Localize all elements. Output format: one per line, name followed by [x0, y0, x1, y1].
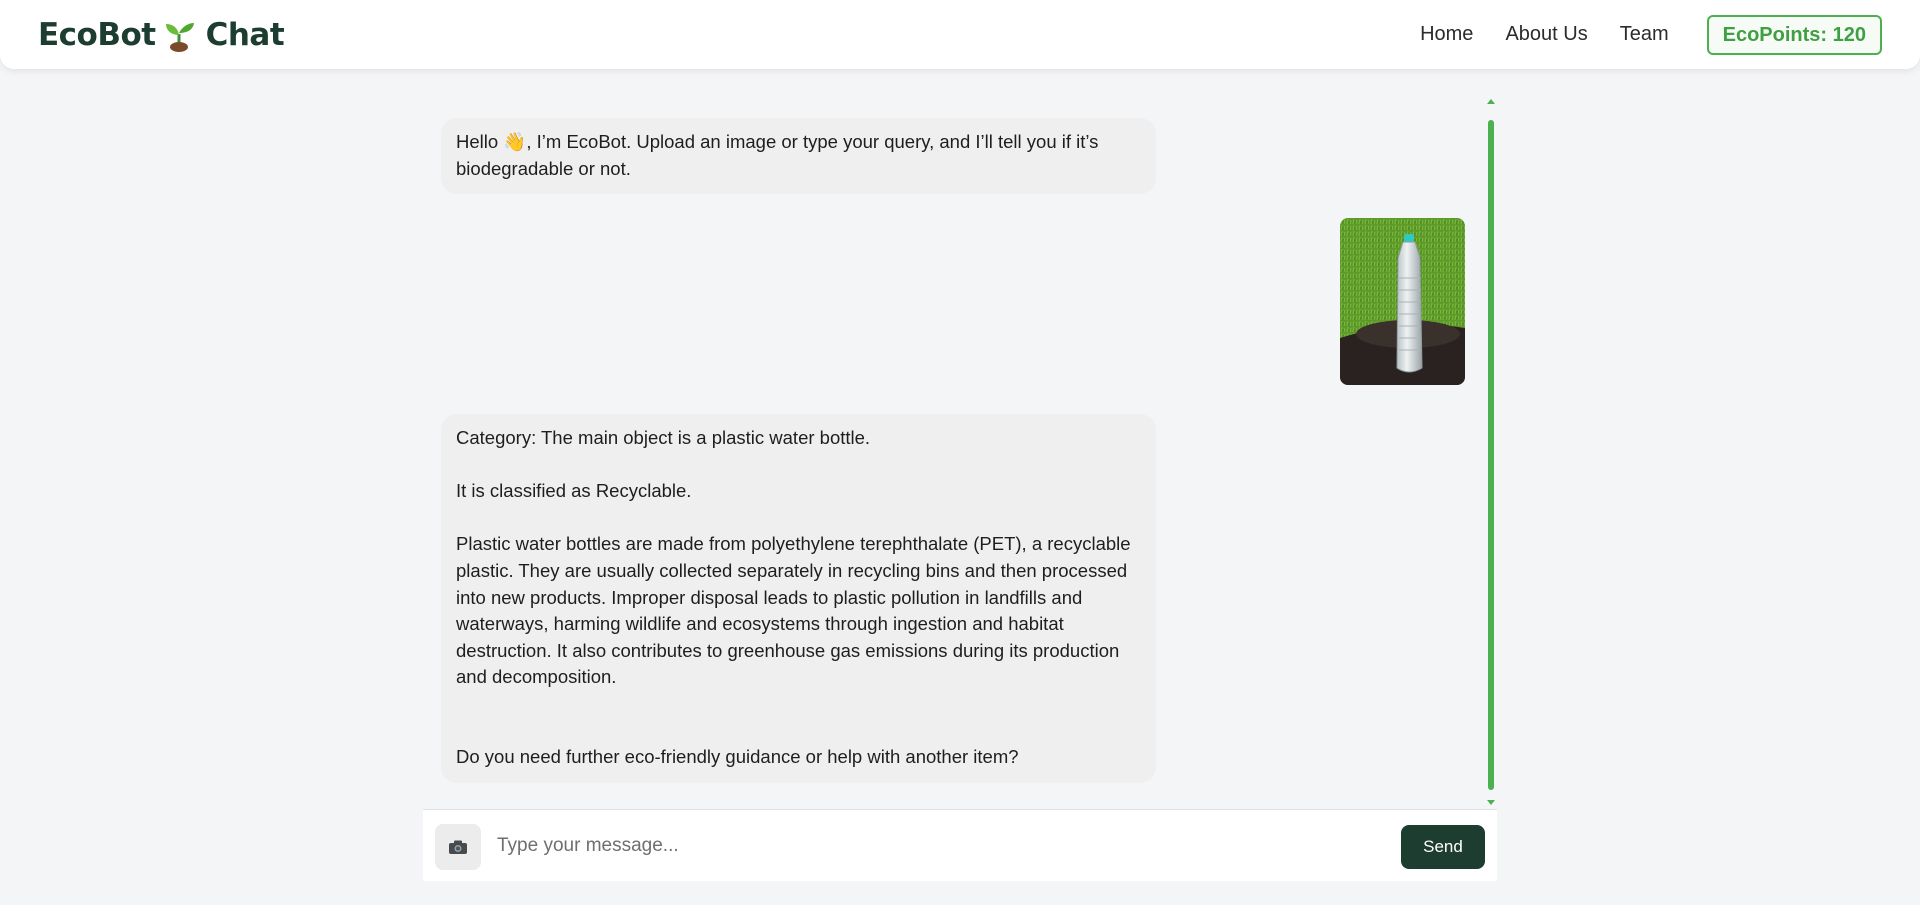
nav-about-link[interactable]: About Us [1505, 23, 1587, 46]
chat-window: Hello 👋, I’m EcoBot. Upload an image or … [423, 96, 1497, 808]
chat-scrollbar[interactable] [1486, 96, 1496, 808]
plastic-bottle-photo [1340, 218, 1465, 385]
wave-emoji-icon: 👋 [503, 131, 527, 152]
brand-name-eco: EcoBot [38, 16, 156, 53]
camera-icon [449, 840, 467, 854]
top-header: EcoBot Chat Home About Us Team EcoPoints… [0, 0, 1920, 69]
scroll-down-arrow-icon[interactable] [1486, 798, 1496, 808]
sprout-icon [165, 22, 194, 52]
details-text: Plastic water bottles are made from poly… [456, 533, 1131, 688]
message-composer: Send [423, 809, 1497, 881]
followup-text: Do you need further eco-friendly guidanc… [456, 745, 1019, 767]
scroll-thumb[interactable] [1488, 120, 1494, 790]
brand-name-chat: Chat [205, 16, 285, 53]
nav-team-link[interactable]: Team [1620, 23, 1669, 46]
brand-logo[interactable]: EcoBot Chat [38, 16, 285, 53]
upload-image-button[interactable] [435, 824, 481, 870]
bot-greeting-message: Hello 👋, I’m EcoBot. Upload an image or … [441, 118, 1156, 195]
category-text: Category: The main object is a plastic w… [456, 427, 871, 448]
bot-classification-message: Category: The main object is a plastic w… [441, 414, 1156, 783]
scroll-up-arrow-icon[interactable] [1486, 96, 1496, 106]
main-nav: Home About Us Team EcoPoints: 120 [1420, 14, 1882, 55]
uploaded-bottle-image[interactable] [1340, 218, 1465, 385]
message-input[interactable] [497, 824, 1397, 868]
nav-home-link[interactable]: Home [1420, 23, 1473, 46]
classification-text: It is classified as Recyclable. [456, 480, 692, 502]
send-button[interactable]: Send [1401, 825, 1485, 869]
greeting-text: Hello 👋, I’m EcoBot. Upload an image or … [456, 131, 1099, 179]
ecopoints-badge[interactable]: EcoPoints: 120 [1706, 14, 1882, 55]
